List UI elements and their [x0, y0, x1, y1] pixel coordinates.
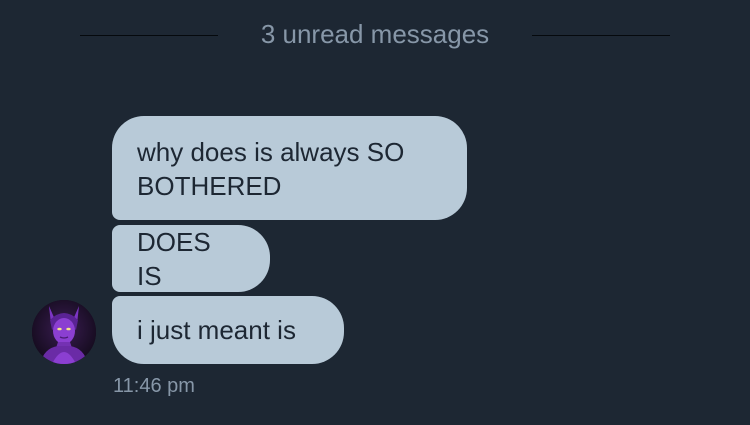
message-bubble[interactable]: i just meant is: [112, 296, 344, 364]
message-text: why does is always SO BOTHERED: [137, 135, 404, 203]
divider-line-right: [532, 35, 670, 36]
divider-line-left: [80, 35, 218, 36]
purple-horned-character-avatar-icon: [32, 300, 96, 364]
unread-messages-label: 3 unread messages: [260, 19, 490, 49]
message-bubble[interactable]: DOES IS: [112, 225, 270, 292]
message-text: i just meant is: [137, 315, 296, 345]
message-timestamp: 11:46 pm: [113, 375, 195, 397]
message-text: DOES IS: [137, 226, 211, 291]
message-text-line: BOTHERED: [137, 171, 282, 201]
unread-divider: 3 unread messages: [0, 14, 750, 54]
avatar[interactable]: [32, 300, 96, 364]
message-text-line: why does is always SO: [137, 137, 405, 167]
message-bubble[interactable]: why does is always SO BOTHERED: [112, 116, 467, 220]
